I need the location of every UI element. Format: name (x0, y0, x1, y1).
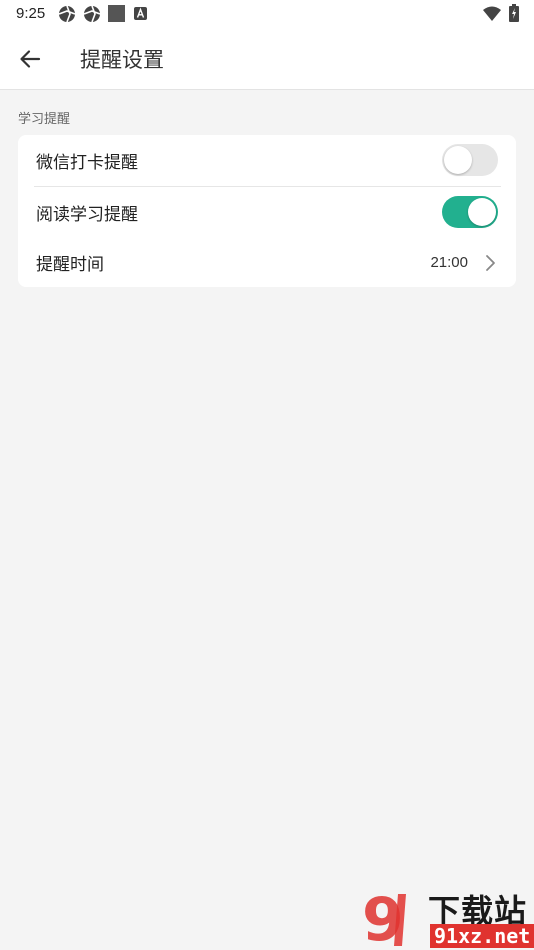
watermark: 9 下载站 91xz.net (362, 886, 534, 950)
aperture-icon (83, 5, 101, 23)
chevron-right-icon (486, 255, 495, 271)
row-label: 提醒时间 (36, 255, 104, 275)
section-label: 学习提醒 (18, 112, 71, 127)
status-time: 9:25 (16, 5, 46, 22)
row-label: 微信打卡提醒 (36, 153, 138, 173)
a-badge-icon (134, 7, 147, 20)
watermark-logo: 9 (362, 888, 406, 948)
watermark-url: 91xz.net (430, 924, 534, 948)
toggle-knob (468, 198, 496, 226)
reminder-time-value: 21:00 (430, 254, 468, 271)
aperture-icon (58, 5, 76, 23)
wechat-checkin-reminder-row: 微信打卡提醒 (18, 135, 516, 185)
battery-charging-icon (509, 4, 519, 22)
settings-card: 微信打卡提醒 阅读学习提醒 提醒时间 21:00 (18, 135, 516, 287)
wechat-checkin-reminder-toggle[interactable] (442, 144, 498, 176)
page-title: 提醒设置 (80, 48, 164, 72)
row-label: 阅读学习提醒 (36, 205, 138, 225)
status-bar: 9:25 (0, 0, 534, 28)
reading-reminder-row: 阅读学习提醒 (18, 187, 516, 237)
app-bar: 提醒设置 (0, 28, 534, 90)
wifi-icon (483, 6, 501, 21)
back-button[interactable] (16, 45, 44, 73)
reading-reminder-toggle[interactable] (442, 196, 498, 228)
arrow-left-icon (20, 50, 41, 68)
toggle-knob (444, 146, 472, 174)
reminder-time-row[interactable]: 提醒时间 21:00 (18, 237, 516, 287)
square-icon (108, 5, 125, 22)
